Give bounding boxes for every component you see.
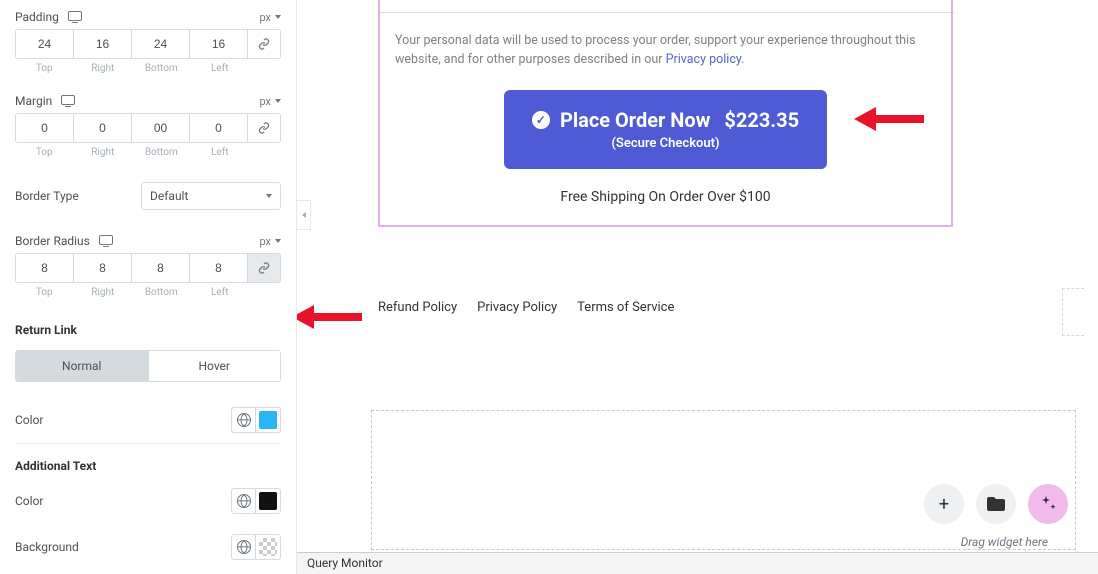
chevron-down-icon — [275, 99, 281, 103]
link-icon — [258, 38, 270, 50]
return-link-color-label: Color — [15, 413, 43, 427]
radius-bottom-input[interactable] — [132, 254, 190, 282]
desktop-icon[interactable] — [68, 11, 82, 21]
border-type-select[interactable]: Default — [141, 182, 281, 210]
global-color-button[interactable] — [232, 489, 256, 513]
padding-link-button[interactable] — [248, 30, 280, 58]
dim-label-bottom: Bottom — [132, 63, 191, 74]
dim-label-left: Left — [191, 147, 250, 158]
dim-label-bottom: Bottom — [132, 287, 191, 298]
additional-text-bg-swatch[interactable] — [256, 535, 280, 559]
chevron-down-icon — [275, 15, 281, 19]
padding-top-input[interactable] — [16, 30, 74, 58]
tab-hover[interactable]: Hover — [148, 351, 281, 381]
desktop-icon[interactable] — [61, 95, 75, 105]
margin-link-button[interactable] — [248, 114, 280, 142]
template-library-button[interactable] — [976, 484, 1016, 524]
chevron-down-icon — [275, 239, 281, 243]
dim-label-right: Right — [74, 287, 133, 298]
return-link-color-swatch[interactable] — [256, 408, 280, 432]
margin-right-input[interactable] — [74, 114, 132, 142]
additional-text-heading: Additional Text — [15, 444, 281, 478]
margin-bottom-input[interactable] — [132, 114, 190, 142]
checkout-widget[interactable]: Your personal data will be used to proce… — [378, 0, 953, 227]
dim-label-bottom: Bottom — [132, 147, 191, 158]
return-link-heading: Return Link — [15, 308, 281, 342]
chevron-down-icon — [266, 194, 272, 198]
radius-link-button[interactable] — [248, 254, 280, 282]
radius-left-input[interactable] — [190, 254, 248, 282]
privacy-policy-link[interactable]: Privacy Policy — [477, 300, 557, 315]
sidebar-collapse-button[interactable] — [297, 200, 311, 230]
plus-icon: + — [939, 494, 949, 515]
dim-label-top: Top — [15, 147, 74, 158]
query-monitor-bar[interactable]: Query Monitor — [297, 552, 1098, 574]
check-circle-icon: ✓ — [532, 111, 550, 129]
additional-text-color-swatch[interactable] — [256, 489, 280, 513]
border-radius-label: Border Radius — [15, 234, 113, 248]
dim-label-top: Top — [15, 287, 74, 298]
padding-inputs — [15, 29, 281, 59]
dim-label-left: Left — [191, 63, 250, 74]
border-radius-inputs — [15, 253, 281, 283]
globe-icon — [237, 494, 251, 508]
widget-drop-zone[interactable] — [371, 410, 1076, 550]
ai-widget-button[interactable] — [1028, 484, 1068, 524]
padding-unit-select[interactable]: px — [259, 11, 281, 24]
margin-top-input[interactable] — [16, 114, 74, 142]
border-type-label: Border Type — [15, 189, 79, 203]
additional-text-color-label: Color — [15, 494, 43, 508]
padding-left-input[interactable] — [190, 30, 248, 58]
link-icon — [258, 122, 270, 134]
color-swatch-icon — [259, 411, 277, 429]
shipping-text: Free Shipping On Order Over $100 — [395, 189, 936, 205]
margin-unit-select[interactable]: px — [259, 95, 281, 108]
dim-label-right: Right — [74, 147, 133, 158]
order-button-price: $223.35 — [724, 108, 799, 132]
global-color-button[interactable] — [232, 408, 256, 432]
color-swatch-icon — [259, 492, 277, 510]
border-radius-unit-select[interactable]: px — [259, 235, 281, 248]
padding-bottom-input[interactable] — [132, 30, 190, 58]
annotation-arrow-icon — [297, 300, 362, 334]
chevron-left-icon — [302, 212, 306, 218]
margin-left-input[interactable] — [190, 114, 248, 142]
dim-label-left: Left — [191, 287, 250, 298]
privacy-policy-link[interactable]: Privacy policy — [666, 52, 742, 67]
return-link-tabs: Normal Hover — [15, 350, 281, 382]
color-swatch-icon — [259, 538, 277, 556]
style-sidebar: Padding px Top Right Bottom Left Margin — [0, 0, 297, 574]
padding-right-input[interactable] — [74, 30, 132, 58]
link-icon — [258, 262, 270, 274]
desktop-icon[interactable] — [99, 235, 113, 245]
radius-right-input[interactable] — [74, 254, 132, 282]
drop-zone-hint: Drag widget here — [961, 535, 1048, 549]
padding-label: Padding — [15, 10, 82, 24]
global-color-button[interactable] — [232, 535, 256, 559]
additional-text-bg-label: Background — [15, 540, 79, 554]
add-widget-button[interactable]: + — [924, 484, 964, 524]
globe-icon — [237, 413, 251, 427]
tab-normal[interactable]: Normal — [16, 351, 148, 381]
order-button-subtitle: (Secure Checkout) — [532, 136, 799, 151]
order-button-label: Place Order Now — [560, 108, 710, 132]
terms-of-service-link[interactable]: Terms of Service — [577, 300, 674, 315]
dim-label-top: Top — [15, 63, 74, 74]
sparkle-icon — [1040, 496, 1056, 512]
place-order-button[interactable]: ✓ Place Order Now $223.35 (Secure Checko… — [504, 90, 827, 169]
footer-policy-links: Refund Policy Privacy Policy Terms of Se… — [378, 300, 674, 315]
folder-icon — [987, 497, 1005, 511]
refund-policy-link[interactable]: Refund Policy — [378, 300, 457, 315]
globe-icon — [237, 540, 251, 554]
editor-canvas: Your personal data will be used to proce… — [297, 0, 1098, 574]
margin-inputs — [15, 113, 281, 143]
privacy-notice: Your personal data will be used to proce… — [395, 32, 936, 70]
radius-top-input[interactable] — [16, 254, 74, 282]
margin-label: Margin — [15, 94, 75, 108]
dim-label-right: Right — [74, 63, 133, 74]
empty-section-outline — [1062, 288, 1084, 336]
